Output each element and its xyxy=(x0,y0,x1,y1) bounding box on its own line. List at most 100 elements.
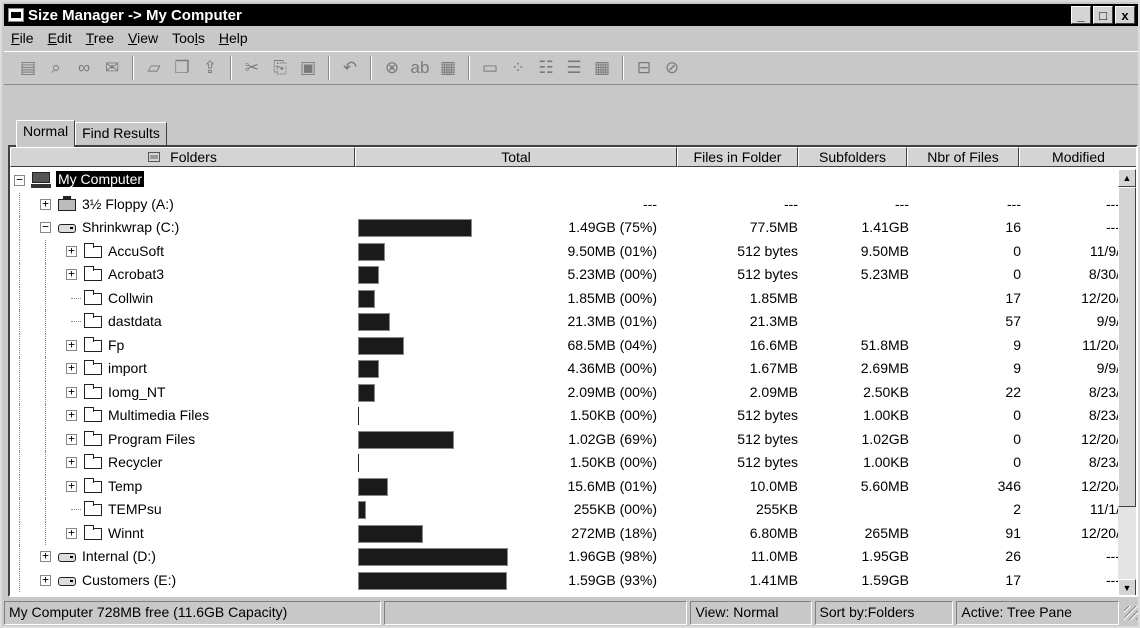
tree-node-label[interactable]: import xyxy=(108,360,147,376)
tree-row[interactable]: + Internal (D:) 1.96GB (98%) 11.0MB 1.95GB 26… xyxy=(10,545,1120,569)
properties-icon[interactable]: ▤ xyxy=(14,55,42,81)
column-total[interactable]: Total xyxy=(355,147,677,167)
envelope-icon[interactable]: ✉ xyxy=(98,55,126,81)
expand-icon[interactable]: + xyxy=(66,245,77,257)
minimize-button[interactable]: _ xyxy=(1071,6,1091,24)
tree-row[interactable]: +3½ Floppy (A:) --- --- --- --- --- xyxy=(10,192,1120,216)
rename-icon[interactable]: ab xyxy=(406,55,434,81)
tree-node-label[interactable]: Program Files xyxy=(108,431,195,447)
tree-row[interactable]: + import 4.36MB (00%) 1.67MB 2.69MB 9 9/9/ xyxy=(10,357,1120,381)
view-details-icon[interactable]: ☰ xyxy=(560,55,588,81)
expand-icon[interactable]: + xyxy=(66,339,77,351)
tree-node-label[interactable]: Customers (E:) xyxy=(82,572,176,588)
move-to-icon[interactable]: ⇪ xyxy=(196,55,224,81)
modified-cell: 11/1/ xyxy=(1089,501,1120,517)
menu-tree[interactable]: Tree xyxy=(79,30,121,46)
column-modified[interactable]: Modified xyxy=(1019,147,1136,167)
undo-icon[interactable]: ↶ xyxy=(336,55,364,81)
tree-row[interactable]: dastdata 21.3MB (01%) 21.3MB 57 9/9/ xyxy=(10,310,1120,334)
column-nbr-of-files[interactable]: Nbr of Files xyxy=(907,147,1019,167)
column-files-in-folder[interactable]: Files in Folder xyxy=(677,147,798,167)
cut-icon[interactable]: ✂ xyxy=(238,55,266,81)
copy-icon[interactable]: ⎘ xyxy=(266,55,294,81)
expand-icon[interactable]: + xyxy=(66,362,77,374)
tree-node-label[interactable]: Multimedia Files xyxy=(108,407,209,423)
tree-node-label[interactable]: Acrobat3 xyxy=(108,266,164,282)
tree-node-label[interactable]: dastdata xyxy=(108,313,162,329)
tree-node-label[interactable]: Shrinkwrap (C:) xyxy=(82,219,179,235)
tree-row[interactable]: + Iomg_NT 2.09MB (00%) 2.09MB 2.50KB 22 8/23/ xyxy=(10,380,1120,404)
menu-edit[interactable]: Edit xyxy=(41,30,79,46)
tree-node-label[interactable]: Winnt xyxy=(108,525,144,541)
tree-node-label[interactable]: Collwin xyxy=(108,290,153,306)
menu-view[interactable]: View xyxy=(121,30,165,46)
tree-row[interactable]: + Acrobat3 5.23MB (00%) 512 bytes 5.23MB 0 8/3… xyxy=(10,263,1120,287)
tree-node-label[interactable]: Recycler xyxy=(108,454,162,470)
close-button[interactable]: x xyxy=(1115,6,1135,24)
expand-icon[interactable]: + xyxy=(66,386,77,398)
tree-row[interactable]: + Winnt 272MB (18%) 6.80MB 265MB 91 12/20/ xyxy=(10,521,1120,545)
tree-node-label[interactable]: My Computer xyxy=(56,171,145,187)
modified-cell: 12/20/ xyxy=(1081,477,1120,494)
scroll-up-button[interactable]: ▲ xyxy=(1118,169,1136,187)
vertical-scrollbar[interactable]: ▲ ▼ xyxy=(1118,169,1136,595)
subfolders-cell: 1.59GB xyxy=(861,571,909,588)
menu-help[interactable]: Help xyxy=(212,30,255,46)
expand-icon[interactable]: + xyxy=(40,550,51,562)
menu-file[interactable]: File xyxy=(4,30,41,46)
expand-icon[interactable]: + xyxy=(66,433,77,445)
title-bar[interactable]: Size Manager -> My Computer _ □ x xyxy=(4,4,1138,26)
delete-icon[interactable]: ⊗ xyxy=(378,55,406,81)
view-list-icon[interactable]: ☷ xyxy=(532,55,560,81)
tree-row[interactable]: + Program Files 1.02GB (69%) 512 bytes 1.02G… xyxy=(10,427,1120,451)
tree-row[interactable]: + Recycler 1.50KB (00%) 512 bytes 1.00KB 0 8/2… xyxy=(10,451,1120,475)
collapse-icon[interactable]: − xyxy=(40,221,51,233)
map-drive-icon[interactable]: ⊟ xyxy=(630,55,658,81)
tree-node: + Internal (D:) xyxy=(10,545,355,569)
resize-grip-icon[interactable] xyxy=(1124,606,1139,620)
scroll-down-button[interactable]: ▼ xyxy=(1118,579,1136,595)
collapse-icon[interactable]: − xyxy=(14,174,25,186)
tree-row[interactable]: + Customers (E:) 1.59GB (93%) 1.41MB 1.59GB 1… xyxy=(10,568,1120,592)
find-icon[interactable]: ⌕ xyxy=(42,55,70,81)
copy-to-icon[interactable]: ❐ xyxy=(168,55,196,81)
properties-sheet-icon[interactable]: ▦ xyxy=(434,55,462,81)
scroll-thumb[interactable] xyxy=(1118,187,1136,507)
expand-icon[interactable]: + xyxy=(66,268,77,280)
expand-icon[interactable]: + xyxy=(66,456,77,468)
tree-node-label[interactable]: TEMPsu xyxy=(108,501,162,517)
view-one-icon[interactable]: ▭ xyxy=(476,55,504,81)
tab-find-results[interactable]: Find Results xyxy=(75,122,167,146)
maximize-button[interactable]: □ xyxy=(1093,6,1113,24)
tree-node-label[interactable]: 3½ Floppy (A:) xyxy=(82,196,174,212)
tree-row[interactable]: − Shrinkwrap (C:) 1.49GB (75%) 77.5MB 1.41GB… xyxy=(10,216,1120,240)
tree-row[interactable]: + AccuSoft 9.50MB (01%) 512 bytes 9.50MB 0 11/… xyxy=(10,239,1120,263)
tree-row[interactable]: Collwin 1.85MB (00%) 1.85MB 17 12/20/ xyxy=(10,286,1120,310)
tree-row[interactable]: + Fp 68.5MB (04%) 16.6MB 51.8MB 9 11/20/ xyxy=(10,333,1120,357)
tab-normal[interactable]: Normal xyxy=(16,120,76,147)
view-grid-icon[interactable]: ▦ xyxy=(588,55,616,81)
tree-node-label[interactable]: Temp xyxy=(108,478,142,494)
expand-icon[interactable]: + xyxy=(40,198,51,210)
binoculars-icon[interactable]: ∞ xyxy=(70,55,98,81)
expand-icon[interactable]: + xyxy=(66,409,77,421)
column-subfolders[interactable]: Subfolders xyxy=(798,147,907,167)
tree-node-label[interactable]: AccuSoft xyxy=(108,243,164,259)
expand-icon[interactable]: + xyxy=(66,527,77,539)
tree-row[interactable]: TEMPsu 255KB (00%) 255KB 2 11/1/ xyxy=(10,498,1120,522)
view-small-icons-icon[interactable]: ⁘ xyxy=(504,55,532,81)
app-icon[interactable] xyxy=(8,8,24,22)
tree-row[interactable]: + Multimedia Files 1.50KB (00%) 512 bytes 1.… xyxy=(10,404,1120,428)
tree-row[interactable]: − My Computer xyxy=(10,169,1120,193)
open-folder-icon[interactable]: ▱ xyxy=(140,55,168,81)
disconnect-icon[interactable]: ⊘ xyxy=(658,55,686,81)
menu-tools[interactable]: Tools xyxy=(165,30,212,46)
paste-icon[interactable]: ▣ xyxy=(294,55,322,81)
expand-icon[interactable]: + xyxy=(66,480,77,492)
tree-node-label[interactable]: Iomg_NT xyxy=(108,384,166,400)
expand-icon[interactable]: + xyxy=(40,574,51,586)
tree-row[interactable]: + Temp 15.6MB (01%) 10.0MB 5.60MB 346 12/20/ xyxy=(10,474,1120,498)
tree-node-label[interactable]: Fp xyxy=(108,337,124,353)
column-folders[interactable]: Folders xyxy=(10,147,355,167)
tree-node-label[interactable]: Internal (D:) xyxy=(82,548,156,564)
